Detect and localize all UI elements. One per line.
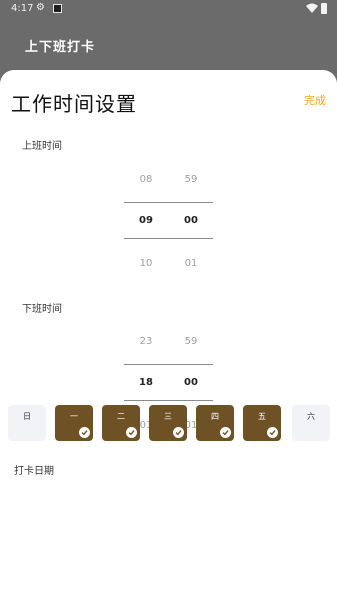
end-minute-prev: 59 bbox=[184, 336, 198, 347]
start-minute-prev: 59 bbox=[184, 174, 198, 185]
done-button[interactable]: 完成 bbox=[304, 92, 326, 108]
start-picker-bottom-divider bbox=[124, 238, 213, 239]
start-minute-next: 01 bbox=[184, 258, 198, 269]
start-hour-prev: 08 bbox=[139, 174, 153, 185]
weekday-chip[interactable]: 日 bbox=[8, 405, 46, 441]
battery-icon bbox=[321, 3, 327, 14]
end-hour-prev: 23 bbox=[139, 336, 153, 347]
checkmark-icon bbox=[267, 427, 278, 438]
weekday-selector: 日一二三四五六 bbox=[8, 405, 330, 443]
start-time-label: 上班时间 bbox=[22, 141, 62, 152]
weekday-chip[interactable]: 二 bbox=[102, 405, 140, 441]
weekday-label: 三 bbox=[164, 412, 172, 421]
weekday-chip[interactable]: 三 bbox=[149, 405, 187, 441]
status-time: 4:17 bbox=[11, 3, 34, 14]
checkmark-icon bbox=[126, 427, 137, 438]
start-hour-selected: 09 bbox=[139, 215, 153, 226]
checkmark-icon bbox=[79, 427, 90, 438]
app-title: 上下班打卡 bbox=[25, 40, 96, 55]
weekday-label: 日 bbox=[23, 412, 31, 421]
wifi-icon bbox=[306, 3, 318, 13]
end-picker-top-divider bbox=[124, 364, 213, 365]
weekday-chip[interactable]: 六 bbox=[292, 405, 330, 441]
weekday-label: 一 bbox=[70, 412, 78, 421]
weekday-chip[interactable]: 一 bbox=[55, 405, 93, 441]
punch-days-label: 打卡日期 bbox=[14, 466, 54, 477]
notification-icon bbox=[53, 4, 62, 13]
settings-gear-icon: ⚙ bbox=[36, 2, 45, 13]
start-minute-selected: 00 bbox=[184, 215, 198, 226]
end-picker-bottom-divider bbox=[124, 400, 213, 401]
checkmark-icon bbox=[173, 427, 184, 438]
start-hour-next: 10 bbox=[139, 258, 153, 269]
end-time-label: 下班时间 bbox=[22, 304, 62, 315]
work-time-settings-sheet: 工作时间设置 完成 上班时间 08 09 10 59 00 01 下班时间 23… bbox=[0, 70, 337, 600]
start-picker-top-divider bbox=[124, 202, 213, 203]
weekday-label: 四 bbox=[211, 412, 219, 421]
weekday-label: 二 bbox=[117, 412, 125, 421]
end-hour-selected: 18 bbox=[139, 377, 153, 388]
weekday-chip[interactable]: 四 bbox=[196, 405, 234, 441]
checkmark-icon bbox=[220, 427, 231, 438]
weekday-label: 六 bbox=[307, 412, 315, 421]
weekday-label: 五 bbox=[258, 412, 266, 421]
status-bar: 4:17 ⚙ bbox=[0, 0, 337, 18]
sheet-title: 工作时间设置 bbox=[11, 92, 137, 116]
end-minute-selected: 00 bbox=[184, 377, 198, 388]
weekday-chip[interactable]: 五 bbox=[243, 405, 281, 441]
